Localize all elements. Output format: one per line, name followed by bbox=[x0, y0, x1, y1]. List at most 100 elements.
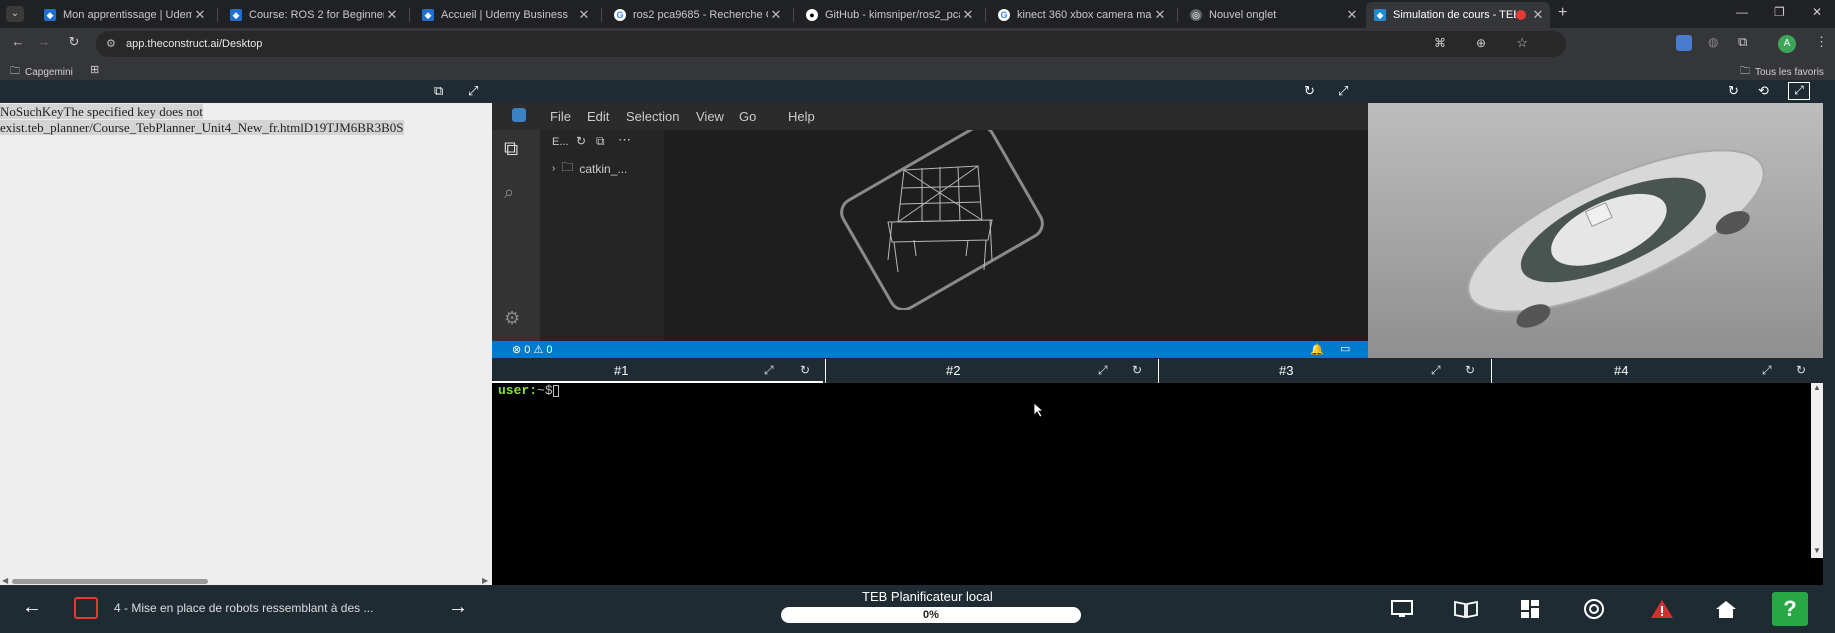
terminal-tab-4[interactable]: #4 ⤢ ↻ bbox=[1491, 359, 1823, 383]
expand-icon[interactable]: ⤢ bbox=[468, 83, 478, 99]
bookmark-folder-capgemini[interactable]: 🗀 Capgemini bbox=[10, 64, 73, 81]
minimize-icon[interactable]: — bbox=[1736, 5, 1748, 19]
browser-tab[interactable]: ◆ Course: ROS 2 for Beginners Le ✕ bbox=[222, 2, 404, 28]
scroll-down-icon[interactable]: ▼ bbox=[1813, 546, 1821, 555]
back-icon[interactable]: ← bbox=[8, 34, 28, 49]
help-button[interactable]: ? bbox=[1772, 592, 1808, 626]
files-icon[interactable]: ⧉ bbox=[504, 138, 518, 161]
menu-file[interactable]: File bbox=[550, 109, 571, 124]
menu-view[interactable]: View bbox=[696, 109, 724, 124]
expand-icon[interactable]: ⤢ bbox=[1098, 363, 1108, 378]
close-icon[interactable]: ✕ bbox=[576, 7, 592, 23]
fullscreen-icon[interactable]: ⤢ bbox=[1788, 82, 1810, 100]
collapse-all-icon[interactable]: ⧉ bbox=[596, 134, 605, 149]
simulation-toolbar: ↻ ⟲ ⤢ bbox=[1368, 80, 1823, 103]
new-tab-button[interactable]: + bbox=[1558, 4, 1567, 22]
browser-tab[interactable]: ◆ Accueil | Udemy Business ✕ bbox=[414, 2, 596, 28]
previous-arrow-icon[interactable]: ← bbox=[22, 596, 42, 619]
close-icon[interactable]: ✕ bbox=[192, 7, 208, 23]
reload-icon[interactable]: ↻ bbox=[64, 34, 84, 50]
restart-icon[interactable]: ↻ bbox=[1465, 363, 1475, 377]
apps-grid-icon[interactable]: ⊞ bbox=[90, 63, 99, 76]
browser-tab-active[interactable]: ◆ Simulation de cours - TEB P ✕ bbox=[1366, 2, 1550, 28]
notifications-bell-icon[interactable]: 🔔 bbox=[1310, 343, 1324, 356]
terminal-scrollbar[interactable]: ▲ ▼ bbox=[1811, 383, 1823, 558]
expand-icon[interactable]: ⤢ bbox=[1431, 363, 1441, 378]
browser-tab[interactable]: ◆ Mon apprentissage | Udemy Bu ✕ bbox=[36, 2, 212, 28]
terminal-tab-2[interactable]: #2 ⤢ ↻ bbox=[825, 359, 1156, 383]
scroll-right-icon[interactable]: ▶ bbox=[482, 576, 488, 585]
close-icon[interactable]: ✕ bbox=[384, 7, 400, 23]
restart-icon[interactable]: ↻ bbox=[1796, 363, 1806, 377]
terminal[interactable]: user:~$ ▲ ▼ bbox=[492, 383, 1823, 585]
dashboard-grid-icon[interactable] bbox=[1516, 597, 1544, 621]
refresh-icon[interactable]: ↻ bbox=[576, 134, 586, 148]
github-icon: ● bbox=[806, 9, 818, 21]
ai-assistant-icon[interactable] bbox=[1580, 597, 1608, 621]
menu-selection[interactable]: Selection bbox=[626, 109, 679, 124]
folder-label: catkin_... bbox=[579, 161, 628, 176]
recording-icon bbox=[1516, 10, 1526, 20]
close-window-icon[interactable]: ✕ bbox=[1812, 5, 1822, 19]
tab-divider bbox=[409, 8, 410, 22]
error-line: NoSuchKeyThe specified key does not bbox=[0, 104, 203, 119]
restart-icon[interactable]: ↻ bbox=[800, 363, 810, 377]
tab-search-icon[interactable]: ⌄ bbox=[6, 6, 24, 22]
scroll-up-icon[interactable]: ▲ bbox=[1813, 383, 1821, 392]
bookmark-star-icon[interactable]: ☆ bbox=[1516, 35, 1528, 51]
restore-icon[interactable]: ❐ bbox=[1774, 5, 1785, 19]
profile-avatar[interactable]: A bbox=[1778, 35, 1796, 53]
browser-tab[interactable]: ● GitHub - kimsniper/ros2_pca96 ✕ bbox=[798, 2, 980, 28]
menu-kebab-icon[interactable]: ⋮ bbox=[1815, 34, 1828, 50]
scroll-left-icon[interactable]: ◀ bbox=[2, 576, 8, 585]
next-arrow-icon[interactable]: → bbox=[448, 596, 468, 619]
terminal-tab-3[interactable]: #3 ⤢ ↻ bbox=[1158, 359, 1489, 383]
lesson-title[interactable]: 4 - Mise en place de robots ressemblant … bbox=[114, 601, 373, 615]
site-info-icon[interactable]: ⚙ bbox=[106, 37, 116, 50]
more-actions-icon[interactable]: ⋯ bbox=[618, 132, 631, 148]
folder-tree-item[interactable]: › 🗀 catkin_... bbox=[552, 158, 627, 179]
desktop-icon[interactable] bbox=[1388, 597, 1416, 621]
bookmark-label: Capgemini bbox=[25, 67, 73, 78]
refresh-icon[interactable]: ↻ bbox=[1728, 83, 1739, 99]
menu-go[interactable]: Go bbox=[739, 109, 756, 124]
expand-icon[interactable]: ⤢ bbox=[764, 363, 774, 378]
terminal-tab-1[interactable]: #1 ⤢ ↻ bbox=[492, 359, 823, 383]
close-icon[interactable]: ✕ bbox=[1530, 7, 1546, 23]
close-icon[interactable]: ✕ bbox=[1152, 7, 1168, 23]
gazebo-3d-view[interactable] bbox=[1368, 103, 1823, 358]
expand-icon[interactable]: ⤢ bbox=[1338, 83, 1348, 99]
stop-square-icon[interactable] bbox=[74, 597, 98, 619]
horizontal-scrollbar[interactable] bbox=[12, 579, 208, 584]
url-field[interactable]: ⚙ app.theconstruct.ai/Desktop ⌘ ⊕ ☆ bbox=[96, 31, 1566, 57]
refresh-icon[interactable]: ↻ bbox=[1304, 83, 1315, 99]
extension-icon[interactable] bbox=[1676, 35, 1692, 51]
warning-icon[interactable] bbox=[1648, 597, 1676, 621]
open-external-icon[interactable]: ⧉ bbox=[434, 83, 443, 99]
reset-icon[interactable]: ⟲ bbox=[1758, 83, 1769, 99]
gear-icon[interactable]: ⚙ bbox=[504, 308, 520, 329]
forward-icon[interactable]: → bbox=[34, 34, 54, 49]
translate-icon[interactable]: ⌘ bbox=[1434, 36, 1446, 50]
close-icon[interactable]: ✕ bbox=[768, 7, 784, 23]
menu-help[interactable]: Help bbox=[788, 109, 815, 124]
zoom-icon[interactable]: ⊕ bbox=[1476, 36, 1486, 50]
close-icon[interactable]: ✕ bbox=[1344, 7, 1360, 23]
error-status[interactable]: ⊗ 0 ⚠ 0 bbox=[512, 343, 553, 356]
extension-icon[interactable]: ◍ bbox=[1708, 35, 1718, 49]
menu-edit[interactable]: Edit bbox=[587, 109, 609, 124]
browser-tab[interactable]: G kinect 360 xbox camera maroc ✕ bbox=[990, 2, 1172, 28]
tab-title: Course: ROS 2 for Beginners Le bbox=[249, 9, 384, 21]
home-icon[interactable] bbox=[1712, 597, 1740, 621]
search-icon[interactable]: ⌕ bbox=[504, 182, 514, 203]
close-icon[interactable]: ✕ bbox=[960, 7, 976, 23]
layout-panel-icon[interactable]: ▭ bbox=[1340, 342, 1350, 355]
expand-icon[interactable]: ⤢ bbox=[1762, 363, 1772, 378]
browser-tab[interactable]: ◎ Nouvel onglet ✕ bbox=[1182, 2, 1364, 28]
terminal-tab-label: #3 bbox=[1279, 363, 1294, 378]
browser-tab[interactable]: G ros2 pca9685 - Recherche Goo ✕ bbox=[606, 2, 788, 28]
all-bookmarks-folder[interactable]: 🗀 Tous les favoris bbox=[1740, 64, 1824, 81]
book-icon[interactable] bbox=[1452, 597, 1480, 621]
restart-icon[interactable]: ↻ bbox=[1132, 363, 1142, 377]
extensions-puzzle-icon[interactable]: ⧉ bbox=[1738, 34, 1747, 50]
